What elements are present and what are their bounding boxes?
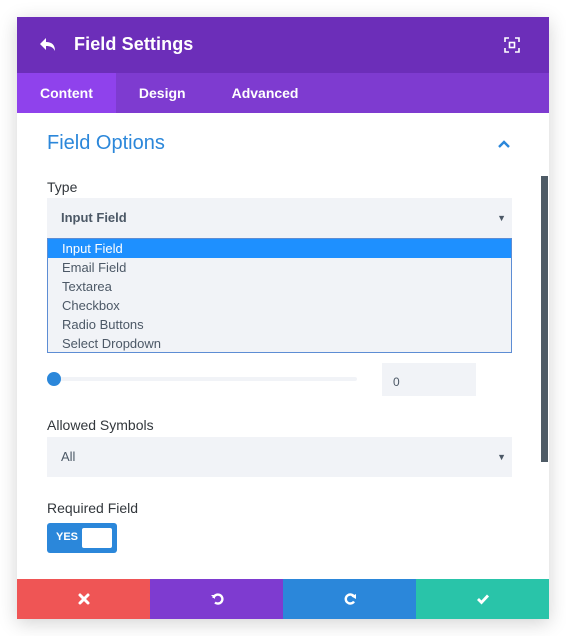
dropdown-option[interactable]: Email Field (48, 258, 511, 277)
type-select[interactable]: Input Field ▼ (47, 198, 512, 238)
allowed-symbols-value: All (61, 449, 76, 464)
tab-design[interactable]: Design (116, 73, 209, 113)
modal-title: Field Settings (74, 34, 194, 54)
caret-down-icon: ▼ (497, 452, 506, 462)
slider-value-input[interactable]: 0 (382, 363, 476, 396)
slider-handle[interactable] (47, 372, 61, 386)
redo-icon (344, 593, 356, 605)
dropdown-option[interactable]: Textarea (48, 277, 511, 296)
dropdown-option[interactable]: Checkbox (48, 296, 511, 315)
section-title[interactable]: Field Options (47, 132, 165, 155)
undo-button[interactable] (150, 579, 283, 619)
dropdown-option[interactable]: Input Field (48, 239, 511, 258)
close-icon (78, 593, 89, 605)
cancel-button[interactable] (17, 579, 150, 619)
undo-arrow-icon[interactable] (39, 36, 59, 54)
field-settings-modal: Field Settings Content Design Advanced F… (17, 17, 549, 619)
toggle-label: YES (56, 531, 79, 543)
required-field-toggle[interactable]: YES (47, 523, 117, 553)
check-icon (476, 594, 489, 605)
tab-content[interactable]: Content (17, 73, 116, 113)
save-button[interactable] (416, 579, 549, 619)
type-select-value: Input Field (61, 210, 127, 225)
required-field-label: Required Field (47, 500, 139, 516)
fullscreen-icon[interactable] (504, 37, 520, 53)
type-label: Type (47, 179, 78, 195)
undo-icon (210, 593, 224, 605)
tab-bar: Content Design Advanced (17, 73, 549, 113)
caret-down-icon: ▼ (497, 213, 506, 223)
allowed-symbols-select[interactable]: All ▼ (47, 437, 512, 477)
tab-advanced[interactable]: Advanced (209, 73, 322, 113)
dropdown-option[interactable]: Select Dropdown (48, 334, 511, 353)
chevron-up-icon[interactable] (497, 139, 511, 149)
scrollbar[interactable] (541, 176, 548, 462)
allowed-symbols-label: Allowed Symbols (47, 417, 154, 433)
type-dropdown-list: Input Field Email Field Textarea Checkbo… (47, 238, 512, 353)
toggle-knob (82, 528, 112, 548)
content-panel: Field Options Type Input Field ▼ 0 Input… (17, 113, 549, 579)
dropdown-option[interactable]: Radio Buttons (48, 315, 511, 334)
action-bar (17, 579, 549, 619)
redo-button[interactable] (283, 579, 416, 619)
slider-track[interactable] (53, 377, 357, 381)
modal-header: Field Settings (17, 17, 549, 73)
